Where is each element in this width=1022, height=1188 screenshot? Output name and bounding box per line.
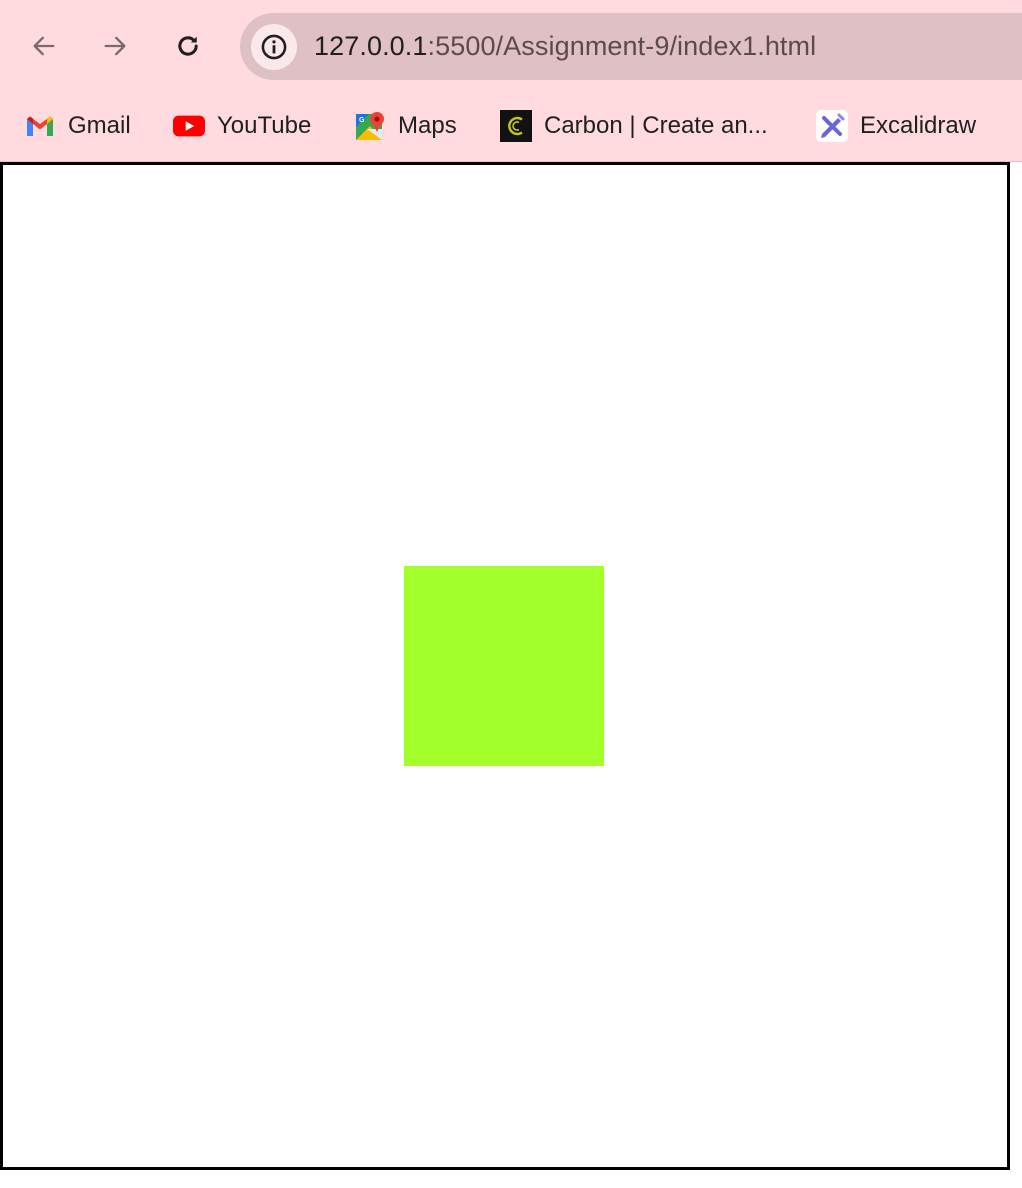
address-bar[interactable]: 127.0.0.1:5500/Assignment-9/index1.html xyxy=(240,13,1022,80)
back-button[interactable] xyxy=(24,26,64,66)
bookmark-label: YouTube xyxy=(217,112,312,139)
url-path: :5500/Assignment-9/index1.html xyxy=(427,31,817,61)
bookmark-excalidraw[interactable]: Excalidraw xyxy=(816,108,976,144)
bookmark-gmail[interactable]: Gmail xyxy=(24,108,131,144)
bookmark-carbon[interactable]: Carbon | Create an... xyxy=(500,108,768,144)
bookmark-label: Excalidraw xyxy=(860,112,977,139)
url-text[interactable]: 127.0.0.1:5500/Assignment-9/index1.html xyxy=(314,30,816,63)
site-info-button[interactable] xyxy=(251,24,297,70)
bookmark-youtube[interactable]: YouTube xyxy=(173,108,311,144)
excalidraw-icon xyxy=(816,110,848,142)
browser-toolbar: 127.0.0.1:5500/Assignment-9/index1.html … xyxy=(0,0,1022,162)
svg-text:G: G xyxy=(359,117,365,124)
info-icon xyxy=(261,34,287,60)
youtube-icon xyxy=(173,110,205,142)
forward-button[interactable] xyxy=(95,26,135,66)
bookmark-maps[interactable]: G Maps xyxy=(354,108,457,144)
arrow-left-icon xyxy=(33,36,55,56)
bookmark-label: Gmail xyxy=(68,112,131,139)
maps-icon: G xyxy=(354,110,386,142)
page-container xyxy=(0,162,1010,1170)
bookmark-label: Maps xyxy=(398,112,457,139)
url-host: 127.0.0.1 xyxy=(314,31,428,61)
carbon-icon xyxy=(500,110,532,142)
bookmark-label: Carbon | Create an... xyxy=(544,112,768,139)
bookmarks-bar: Gmail YouTube G Maps Carbon | Create an.… xyxy=(0,100,1022,152)
green-square xyxy=(404,566,604,766)
reload-button[interactable] xyxy=(168,26,208,66)
arrow-right-icon xyxy=(104,36,126,56)
gmail-icon xyxy=(24,110,56,142)
reload-icon xyxy=(178,36,198,56)
